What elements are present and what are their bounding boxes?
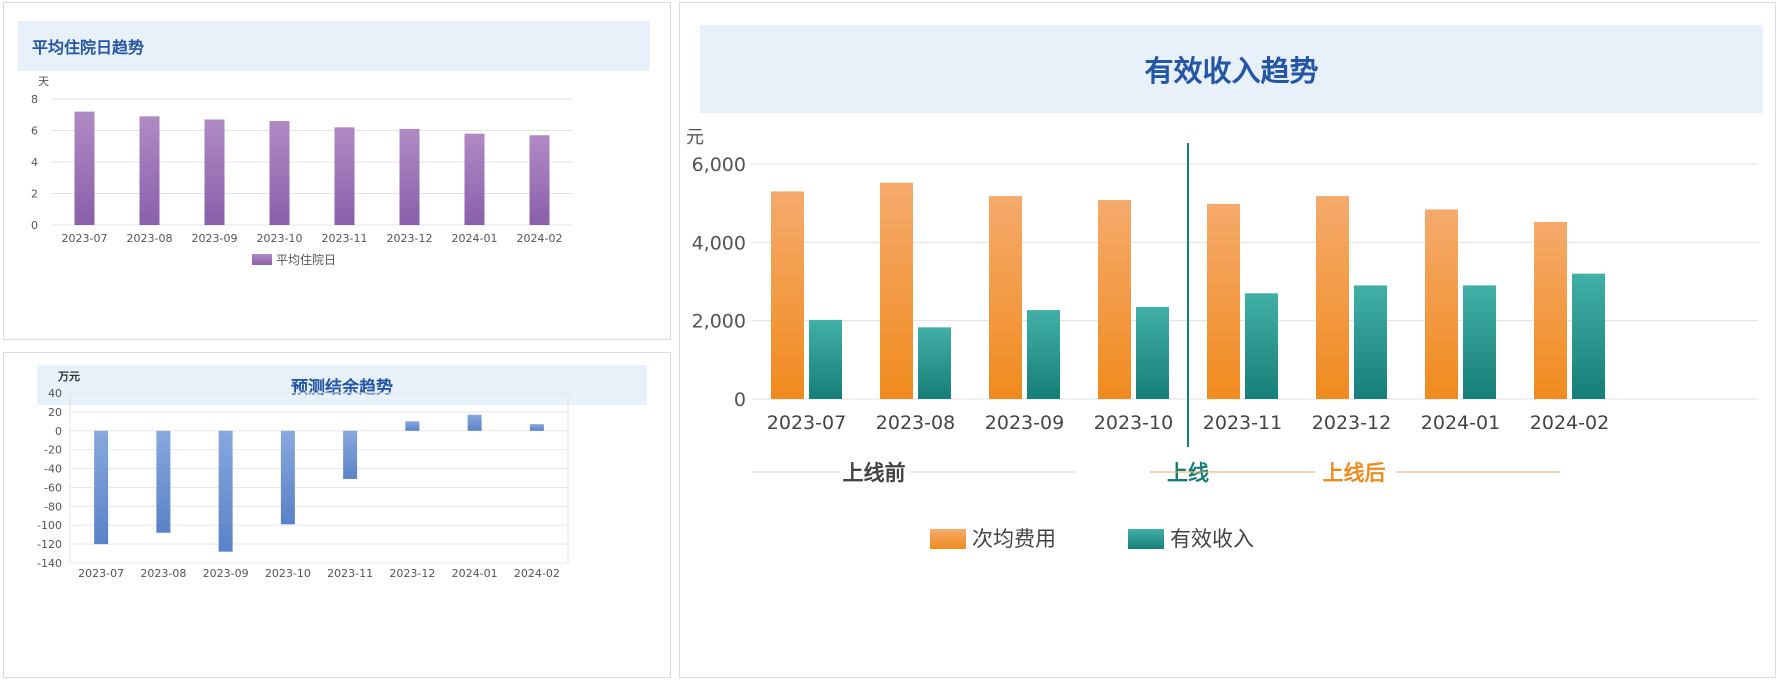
- los-legend-swatch: [252, 254, 272, 265]
- income-x-tick: 2024-02: [1530, 412, 1609, 434]
- los-bar: [334, 127, 355, 225]
- los-chart: 天 0 2 4 6 8 2023-07 2023-08 2023-09 2023-10 2023-1…: [31, 75, 572, 267]
- los-x-tick: 2023-12: [387, 232, 433, 245]
- balance-bar: [529, 424, 544, 431]
- income-bar: [1354, 285, 1387, 399]
- balance-x-tick: 2023-11: [327, 567, 373, 580]
- phase-launch-label: 上线: [1167, 461, 1209, 485]
- income-x-tick: 2024-01: [1421, 412, 1500, 434]
- fee-bar: [1425, 209, 1458, 399]
- fee-bar: [1207, 203, 1240, 399]
- balance-x-tick: 2023-10: [265, 567, 311, 580]
- income-chart: 元 0 2,000 4,000 6,000 2023-07 2023-08 2023-09 20…: [686, 127, 1758, 551]
- income-legend-swatch: [1128, 529, 1164, 549]
- los-x-tick: 2023-09: [192, 232, 238, 245]
- income-bar: [1572, 273, 1605, 399]
- income-x-tick: 2023-10: [1094, 412, 1173, 434]
- balance-y-unit: 万元: [57, 370, 80, 383]
- los-x-tick: 2023-08: [127, 232, 173, 245]
- income-bar: [1463, 285, 1496, 399]
- income-y-unit: 元: [686, 127, 704, 148]
- balance-x-tick: 2023-08: [140, 567, 186, 580]
- phase-before-label: 上线前: [843, 461, 906, 485]
- los-bar: [269, 121, 290, 225]
- balance-bar: [280, 430, 295, 525]
- fee-bar: [1316, 196, 1349, 399]
- balance-bar: [156, 430, 171, 533]
- balance-y-tick: -80: [44, 500, 62, 513]
- los-bar: [74, 111, 95, 225]
- balance-y-tick: -60: [44, 481, 62, 494]
- balance-chart: 万元 -140 -120 -100 -80 -60 -40 -20 0 20 40 2023-07 20…: [37, 370, 569, 580]
- balance-x-tick: 2023-12: [389, 567, 435, 580]
- balance-y-tick: -140: [37, 557, 62, 570]
- balance-x-tick: 2024-02: [514, 567, 560, 580]
- income-bar: [809, 319, 842, 399]
- income-x-tick: 2023-07: [767, 412, 846, 434]
- income-x-tick: 2023-08: [876, 412, 955, 434]
- income-x-tick: 2023-12: [1312, 412, 1391, 434]
- balance-y-tick: -100: [37, 519, 62, 532]
- income-x-tick: 2023-11: [1203, 412, 1282, 434]
- los-bar: [464, 133, 485, 225]
- los-y-tick: 6: [31, 125, 38, 138]
- los-legend-label: 平均住院日: [276, 253, 336, 267]
- phase-after-label: 上线后: [1323, 461, 1386, 485]
- fee-bar: [1534, 221, 1567, 399]
- balance-plot-frame: [69, 392, 569, 564]
- balance-y-tick: 20: [48, 406, 62, 419]
- balance-x-tick: 2024-01: [452, 567, 498, 580]
- income-x-tick: 2023-09: [985, 412, 1064, 434]
- balance-panel: 预测结余趋势 万元 -140 -120 -100 -80 -60 -40 -20 0 20 40 20…: [3, 352, 671, 678]
- balance-bar: [218, 430, 233, 552]
- balance-y-tick: -120: [37, 538, 62, 551]
- income-y-tick: 2,000: [692, 311, 746, 333]
- balance-y-tick: 0: [55, 425, 62, 438]
- fee-bar: [1098, 200, 1131, 399]
- los-bar: [204, 119, 225, 225]
- income-bar: [1136, 306, 1169, 399]
- los-x-tick: 2023-10: [257, 232, 303, 245]
- los-y-tick: 4: [31, 156, 38, 169]
- income-panel: 有效收入趋势 元 0 2,000 4,000 6,000 2023-07 2023-08 20…: [679, 2, 1776, 678]
- balance-bar: [467, 414, 482, 431]
- income-bar: [1245, 293, 1278, 399]
- income-legend-label: 有效收入: [1170, 527, 1254, 551]
- income-y-tick: 6,000: [692, 154, 746, 176]
- los-y-tick: 8: [31, 93, 38, 106]
- fee-legend-swatch: [930, 529, 966, 549]
- los-bar: [529, 135, 550, 225]
- balance-bar: [94, 430, 109, 545]
- balance-x-tick: 2023-07: [78, 567, 124, 580]
- los-x-tick: 2024-01: [452, 232, 498, 245]
- los-x-tick: 2023-07: [62, 232, 108, 245]
- los-bar: [139, 116, 160, 225]
- balance-x-tick: 2023-09: [203, 567, 249, 580]
- los-y-unit: 天: [38, 75, 49, 88]
- fee-legend-label: 次均费用: [972, 527, 1056, 551]
- balance-y-tick: -20: [44, 444, 62, 457]
- income-y-tick: 4,000: [692, 232, 746, 254]
- los-bar: [399, 128, 420, 225]
- balance-bar: [405, 421, 420, 431]
- los-y-tick: 2: [31, 188, 38, 201]
- income-y-tick: 0: [734, 389, 746, 411]
- balance-y-tick: 40: [48, 387, 62, 400]
- los-panel: 平均住院日趋势 天 0 2 4 6 8 2023-07 2023-08 2023-09 2023-…: [3, 2, 671, 340]
- balance-y-tick: -40: [44, 463, 62, 476]
- income-bar: [1027, 310, 1060, 399]
- fee-bar: [989, 196, 1022, 399]
- los-x-tick: 2023-11: [322, 232, 368, 245]
- fee-bar: [771, 191, 804, 399]
- balance-bar: [343, 430, 358, 479]
- income-bar: [918, 327, 951, 399]
- los-y-tick: 0: [31, 219, 38, 232]
- fee-bar: [880, 182, 913, 399]
- los-x-tick: 2024-02: [517, 232, 563, 245]
